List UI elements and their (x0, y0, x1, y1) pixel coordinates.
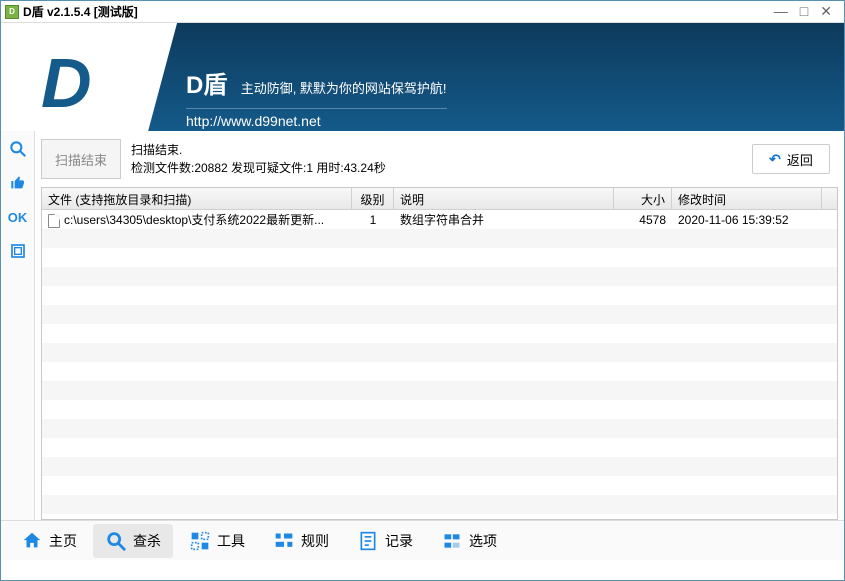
close-button[interactable]: ✕ (820, 3, 832, 20)
status-line-2: 检测文件数:20882 发现可疑文件:1 用时:43.24秒 (131, 159, 386, 177)
window-title: D盾 v2.1.5.4 [测试版] (23, 3, 138, 20)
th-level[interactable]: 级别 (352, 188, 394, 209)
nav-tools-label: 工具 (217, 531, 245, 551)
return-arrow-icon: ↶ (769, 151, 781, 168)
th-file[interactable]: 文件 (支持拖放目录和扫描) (42, 188, 352, 209)
results-table: 文件 (支持拖放目录和扫描) 级别 说明 大小 修改时间 c:\users\34… (41, 187, 838, 520)
nav-rules[interactable]: 规则 (261, 524, 341, 558)
logo-icon: D (41, 43, 92, 123)
search-icon (105, 530, 127, 552)
nav-logs-label: 记录 (385, 531, 413, 551)
brand-slogan: 主动防御, 默默为你的网站保驾护航! (241, 81, 447, 96)
cell-size: 4578 (614, 213, 672, 227)
nav-options[interactable]: 选项 (429, 524, 509, 558)
nav-options-label: 选项 (469, 531, 497, 551)
table-header: 文件 (支持拖放目录和扫描) 级别 说明 大小 修改时间 (42, 188, 837, 210)
brand-url: http://www.d99net.net (186, 108, 447, 129)
brand-block: D盾 主动防御, 默默为你的网站保驾护航! http://www.d99net.… (186, 65, 447, 129)
nav-rules-label: 规则 (301, 531, 329, 551)
side-toolbar: OK (1, 131, 35, 520)
nav-scan[interactable]: 查杀 (93, 524, 173, 558)
nav-home-label: 主页 (49, 531, 77, 551)
scan-button[interactable]: 扫描结束 (41, 139, 121, 179)
table-row[interactable]: c:\users\34305\desktop\支付系统2022最新更新... 1… (42, 210, 837, 229)
th-size[interactable]: 大小 (614, 188, 672, 209)
nav-tools[interactable]: 工具 (177, 524, 257, 558)
titlebar: D D盾 v2.1.5.4 [测试版] — □ ✕ (1, 1, 844, 23)
home-icon (21, 530, 43, 552)
brand-name: D盾 (186, 72, 227, 99)
thumbs-up-icon[interactable] (6, 171, 30, 195)
layout-icon[interactable] (6, 239, 30, 263)
ok-button[interactable]: OK (6, 205, 30, 229)
options-icon (441, 530, 463, 552)
cell-file: c:\users\34305\desktop\支付系统2022最新更新... (42, 211, 352, 228)
table-body[interactable]: c:\users\34305\desktop\支付系统2022最新更新... 1… (42, 210, 837, 519)
nav-home[interactable]: 主页 (9, 524, 89, 558)
cell-desc: 数组字符串合并 (394, 211, 614, 228)
cell-time: 2020-11-06 15:39:52 (672, 213, 822, 227)
cell-level: 1 (352, 213, 394, 227)
return-button[interactable]: ↶ 返回 (752, 144, 830, 174)
minimize-button[interactable]: — (774, 3, 788, 20)
nav-scan-label: 查杀 (133, 531, 161, 551)
th-time[interactable]: 修改时间 (672, 188, 822, 209)
status-line-1: 扫描结束. (131, 141, 386, 159)
file-icon (48, 214, 60, 228)
app-icon: D (5, 5, 19, 19)
search-icon[interactable] (6, 137, 30, 161)
return-label: 返回 (787, 150, 813, 169)
bottom-nav: 主页 查杀 工具 规则 记录 选项 (1, 520, 844, 560)
window-controls: — □ ✕ (774, 3, 840, 20)
th-desc[interactable]: 说明 (394, 188, 614, 209)
action-row: 扫描结束 扫描结束. 检测文件数:20882 发现可疑文件:1 用时:43.24… (41, 135, 838, 183)
rules-icon (273, 530, 295, 552)
header-banner: D D盾 主动防御, 默默为你的网站保驾护航! http://www.d99ne… (1, 23, 844, 131)
nav-logs[interactable]: 记录 (345, 524, 425, 558)
status-block: 扫描结束. 检测文件数:20882 发现可疑文件:1 用时:43.24秒 (131, 141, 386, 177)
logs-icon (357, 530, 379, 552)
maximize-button[interactable]: □ (800, 3, 808, 20)
tools-icon (189, 530, 211, 552)
